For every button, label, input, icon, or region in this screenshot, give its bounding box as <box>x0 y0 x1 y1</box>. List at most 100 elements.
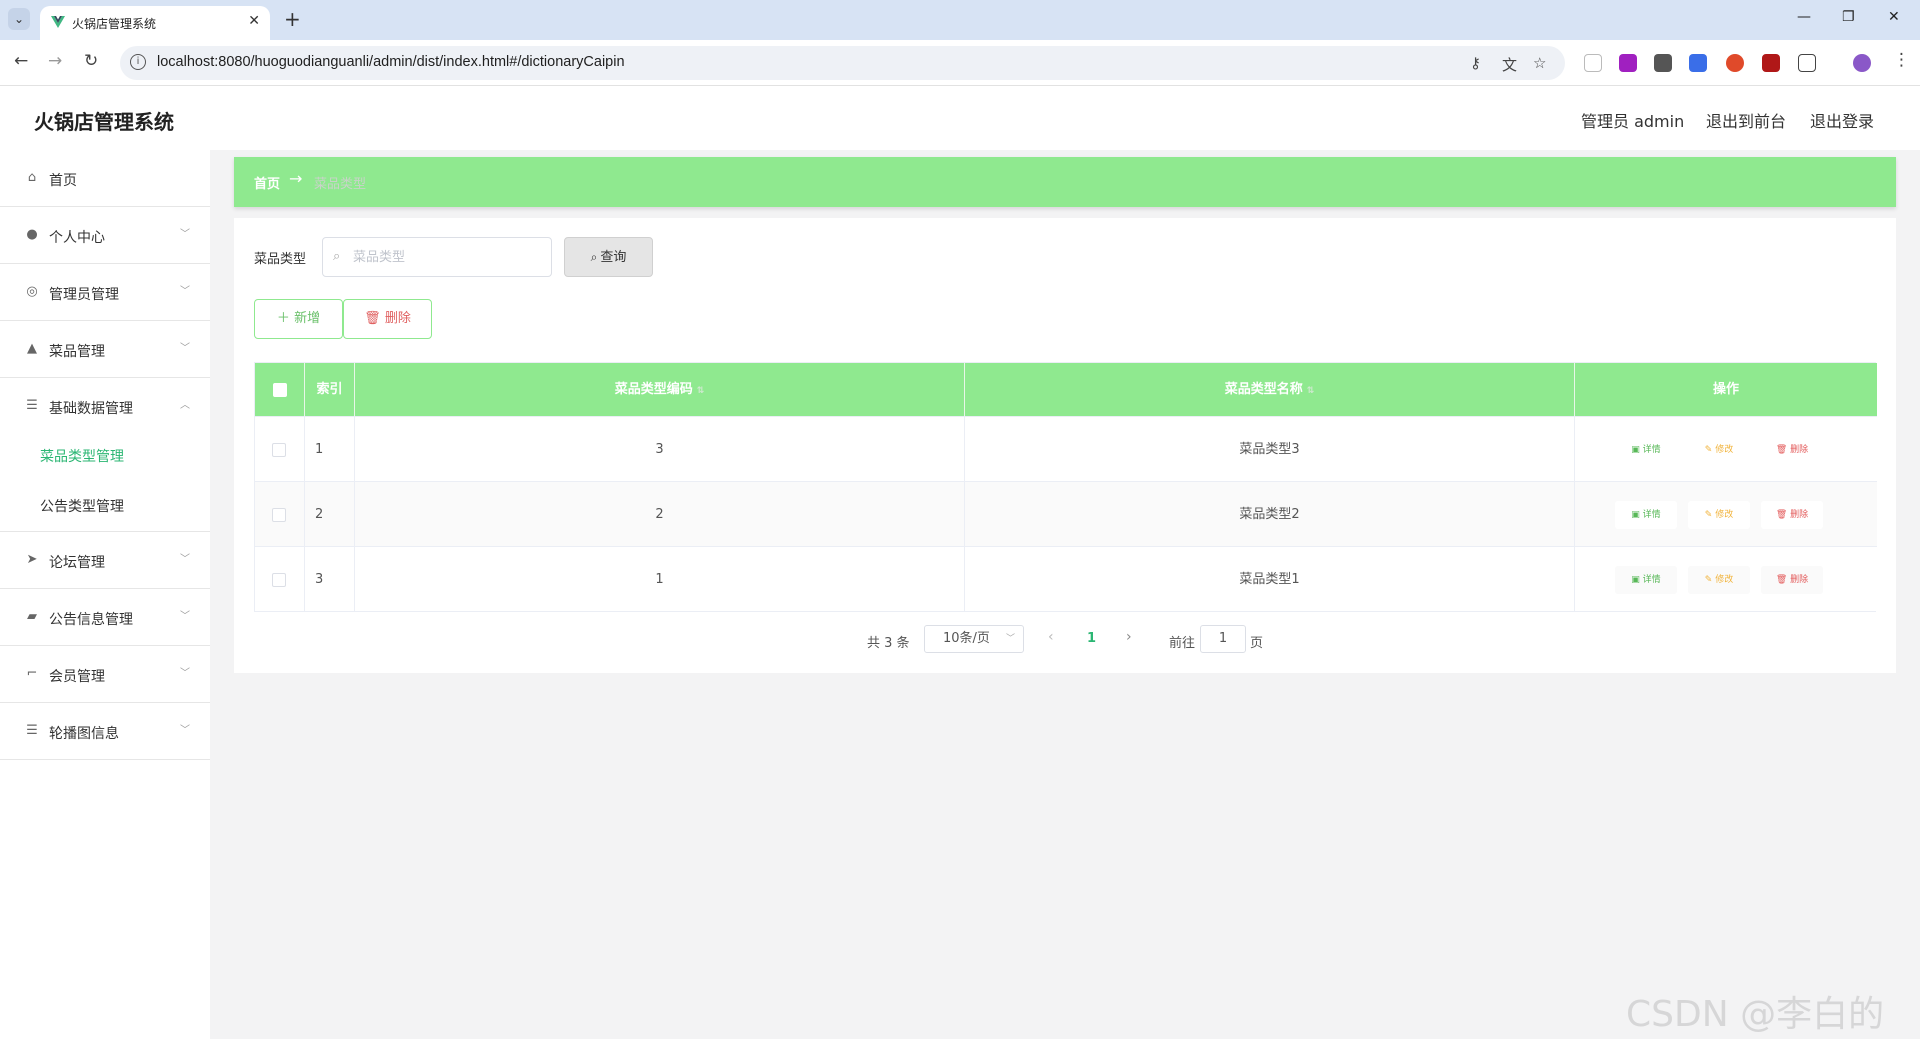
sort-icon[interactable]: ⇅ <box>697 386 705 396</box>
back-icon[interactable]: ← <box>14 51 28 71</box>
extension-icon[interactable] <box>1689 54 1707 72</box>
row-checkbox[interactable] <box>272 508 286 522</box>
detail-button[interactable]: ▣ 详情 <box>1615 566 1677 594</box>
chevron-down-icon: ﹀ <box>180 725 190 736</box>
page-number-current[interactable]: 1 <box>1087 631 1096 646</box>
translate-icon[interactable]: 文 <box>1502 54 1517 75</box>
browser-tab[interactable]: 火锅店管理系统 ✕ <box>40 6 270 40</box>
code-cell: 2 <box>355 482 965 547</box>
sidebar-subitem-dish-types[interactable]: 菜品类型管理 <box>0 430 210 480</box>
name-cell: 菜品类型1 <box>965 547 1575 612</box>
extension-icon[interactable] <box>1619 54 1637 72</box>
sidebar-subitem-notice-types[interactable]: 公告类型管理 <box>0 480 210 532</box>
address-bar[interactable]: i localhost:8080/huoguodianguanli/admin/… <box>120 46 1565 80</box>
row-select-cell <box>255 482 305 547</box>
extension-icon[interactable] <box>1654 54 1672 72</box>
index-cell: 1 <box>305 417 355 482</box>
index-cell: 2 <box>305 482 355 547</box>
actions-cell: ▣ 详情 ✎ 修改 🗑 删除 <box>1575 547 1877 612</box>
reload-icon[interactable]: ↻ <box>84 51 98 71</box>
url-text[interactable]: localhost:8080/huoguodianguanli/admin/di… <box>157 54 625 70</box>
edit-button[interactable]: ✎ 修改 <box>1688 566 1750 594</box>
sidebar-item-admins[interactable]: ◎ 管理员管理 ﹀ <box>0 264 210 321</box>
column-header-name[interactable]: 菜品类型名称 ⇅ <box>965 363 1575 416</box>
row-delete-button[interactable]: 🗑 删除 <box>1761 436 1823 464</box>
edit-label: 修改 <box>1715 510 1734 520</box>
select-all-checkbox[interactable] <box>273 383 287 397</box>
sidebar-item-personal[interactable]: ● 个人中心 ﹀ <box>0 207 210 264</box>
detail-button[interactable]: ▣ 详情 <box>1615 501 1677 529</box>
column-header-code[interactable]: 菜品类型编码 ⇅ <box>355 363 965 416</box>
detail-button[interactable]: ▣ 详情 <box>1615 436 1677 464</box>
next-page-icon[interactable]: › <box>1126 629 1132 645</box>
edit-button[interactable]: ✎ 修改 <box>1688 436 1750 464</box>
sidebar-item-dishes[interactable]: ▲ 菜品管理 ﹀ <box>0 321 210 378</box>
sidebar-item-label: 首页 <box>49 173 77 189</box>
delete-button[interactable]: 🗑 删除 <box>343 299 432 339</box>
prev-page-icon[interactable]: ‹ <box>1048 629 1054 645</box>
tab-list-icon[interactable]: ⌄ <box>8 8 30 30</box>
goto-page-input[interactable]: 1 <box>1200 625 1246 653</box>
sidebar-item-label: 公告信息管理 <box>49 612 133 628</box>
select-all-header <box>255 363 305 416</box>
forward-icon[interactable]: → <box>48 51 62 71</box>
logout-link[interactable]: 退出登录 <box>1810 108 1874 132</box>
row-checkbox[interactable] <box>272 443 286 457</box>
close-tab-icon[interactable]: ✕ <box>248 13 260 29</box>
table-header: 索引 菜品类型编码 ⇅ 菜品类型名称 ⇅ 操作 <box>255 363 1877 416</box>
query-button[interactable]: ⌕ 查询 <box>564 237 653 277</box>
profile-avatar-icon[interactable] <box>1853 54 1871 72</box>
site-info-icon[interactable]: i <box>130 54 146 70</box>
row-delete-button[interactable]: 🗑 删除 <box>1761 501 1823 529</box>
arrow-right-icon: → <box>289 169 303 188</box>
page-size-value: 10条/页 <box>943 631 990 646</box>
window-close-icon[interactable]: ✕ <box>1888 9 1900 25</box>
new-tab-icon[interactable]: + <box>284 7 301 31</box>
sidebar-item-forum[interactable]: ➤ 论坛管理 ﹀ <box>0 532 210 589</box>
minimize-icon[interactable]: — <box>1797 9 1811 25</box>
add-button-label: 新增 <box>294 311 321 326</box>
extension-icon[interactable] <box>1584 54 1602 72</box>
search-field[interactable]: ⌕ <box>322 237 552 277</box>
page-size-select[interactable]: 10条/页 ﹀ <box>924 625 1024 653</box>
vue-logo-icon <box>51 16 65 28</box>
name-cell: 菜品类型2 <box>965 482 1575 547</box>
bookmark-star-icon[interactable]: ☆ <box>1533 54 1546 72</box>
delete-label: 删除 <box>1790 575 1809 585</box>
add-button[interactable]: ＋ 新增 <box>254 299 343 339</box>
search-icon: ⌕ <box>590 250 598 264</box>
breadcrumb: 首页 → 菜品类型 <box>234 157 1896 207</box>
compass-icon: ◎ <box>26 284 38 299</box>
exit-to-front-link[interactable]: 退出到前台 <box>1706 108 1786 132</box>
row-checkbox[interactable] <box>272 573 286 587</box>
sidebar-item-home[interactable]: ⌂ 首页 <box>0 150 210 207</box>
sidebar-item-basic-data[interactable]: ☰ 基础数据管理 ︿ <box>0 378 210 435</box>
edit-button[interactable]: ✎ 修改 <box>1688 501 1750 529</box>
sort-icon[interactable]: ⇅ <box>1307 386 1315 396</box>
goto-label: 前往 <box>1169 636 1196 651</box>
breadcrumb-home[interactable]: 首页 <box>254 173 280 192</box>
extension-icon[interactable] <box>1726 54 1744 72</box>
browser-menu-icon[interactable]: ⋮ <box>1893 50 1910 70</box>
sidebar-item-label: 轮播图信息 <box>49 726 119 742</box>
person-icon: ▲ <box>27 341 37 356</box>
sidebar-subitem-label: 公告类型管理 <box>40 499 124 515</box>
sidebar-subitem-label: 菜品类型管理 <box>40 449 124 465</box>
sidebar-item-carousel[interactable]: ☰ 轮播图信息 ﹀ <box>0 703 210 760</box>
plus-icon: ＋ <box>276 311 290 326</box>
search-input[interactable] <box>353 246 543 268</box>
home-icon: ⌂ <box>27 170 37 185</box>
sidebar-item-notices[interactable]: ▰ 公告信息管理 ﹀ <box>0 589 210 646</box>
restore-icon[interactable]: ❐ <box>1842 9 1855 25</box>
sidebar-item-label: 管理员管理 <box>49 287 119 303</box>
send-icon: ➤ <box>26 552 38 567</box>
app-header: 火锅店管理系统 管理员 admin 退出到前台 退出登录 <box>0 86 1920 150</box>
row-delete-button[interactable]: 🗑 删除 <box>1761 566 1823 594</box>
puzzle-icon[interactable] <box>1798 54 1816 72</box>
row-select-cell <box>255 417 305 482</box>
detail-label: 详情 <box>1642 575 1661 585</box>
sidebar-item-label: 基础数据管理 <box>49 401 133 417</box>
key-icon[interactable]: ⚷ <box>1470 54 1481 72</box>
extension-icon[interactable] <box>1762 54 1780 72</box>
sidebar-item-members[interactable]: ⌐ 会员管理 ﹀ <box>0 646 210 703</box>
